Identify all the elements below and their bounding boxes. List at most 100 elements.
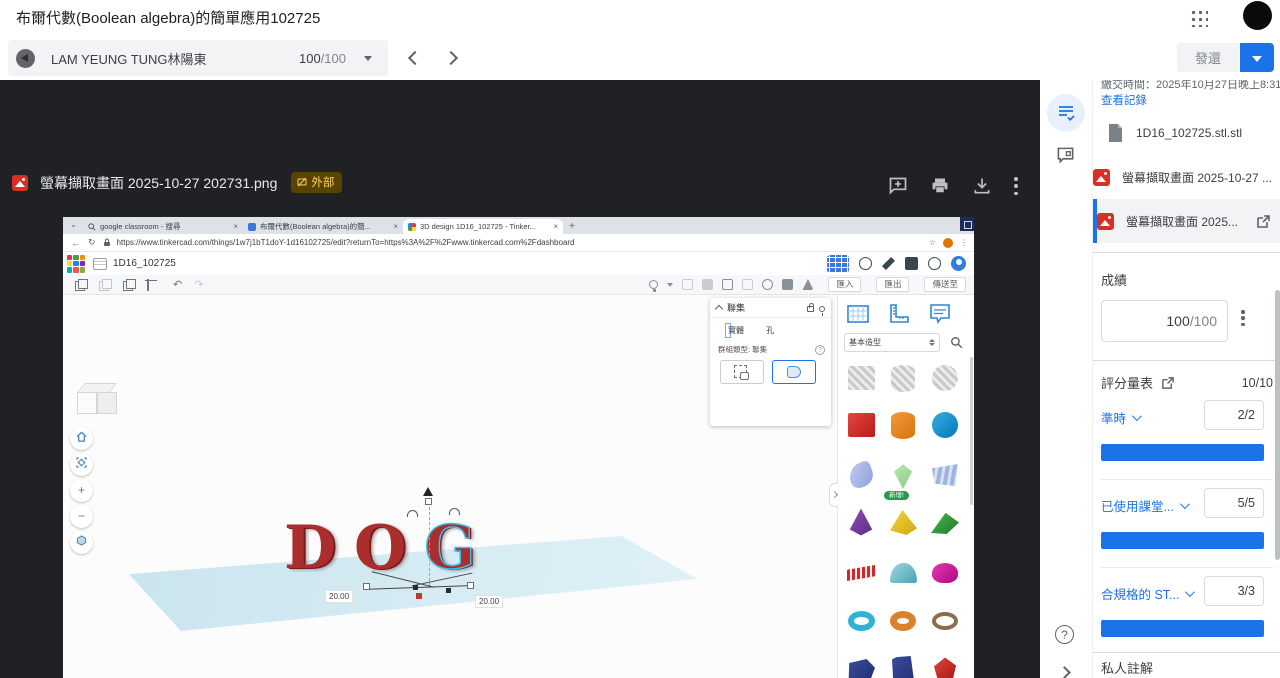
shape-cylinder-hole[interactable]: [884, 359, 922, 397]
student-dropdown-caret-icon[interactable]: [364, 56, 372, 61]
raise-handle-icon[interactable]: [423, 487, 433, 496]
collapse-sidebar-icon[interactable]: [1058, 666, 1071, 678]
shape-sphere[interactable]: [926, 406, 964, 444]
workplane-tool-icon[interactable]: [782, 279, 793, 290]
file-item-stl[interactable]: 1D16_102725.stl.stl: [1093, 111, 1280, 155]
return-button[interactable]: 發還: [1177, 43, 1239, 72]
edge-handle[interactable]: [413, 585, 418, 590]
rotate-handle-icon[interactable]: [449, 508, 460, 515]
return-options-button[interactable]: [1240, 43, 1274, 72]
browser-tab-tinkercad[interactable]: 3D design 1D16_102725 - Tinker... ×: [403, 219, 563, 234]
tab-close-icon[interactable]: ×: [553, 222, 558, 231]
shape-cone[interactable]: [842, 503, 880, 541]
browser-back-icon[interactable]: ←: [71, 238, 80, 248]
shape-sphere-hole[interactable]: [926, 359, 964, 397]
blocks-icon[interactable]: [905, 257, 918, 270]
criterion-classtime[interactable]: 已使用課堂...: [1101, 496, 1187, 515]
zoom-in-button[interactable]: +: [70, 479, 93, 502]
merge-result-button[interactable]: [772, 360, 816, 384]
criterion-stl-spec-score[interactable]: 3/3: [1204, 576, 1264, 606]
tab-close-icon[interactable]: ×: [393, 222, 398, 231]
shape-spinning-top[interactable]: [884, 456, 922, 494]
new-tab-button[interactable]: +: [569, 221, 575, 232]
browser-tab-google-search[interactable]: google classroom - 搜尋 ×: [83, 219, 243, 234]
google-apps-icon[interactable]: [1190, 9, 1208, 27]
bookmark-star-icon[interactable]: ☆: [929, 238, 936, 247]
help-button[interactable]: ?: [1055, 625, 1074, 644]
grade-options-icon[interactable]: [1241, 310, 1245, 326]
ungroup-icon[interactable]: [702, 279, 713, 290]
perspective-toggle-button[interactable]: [70, 531, 93, 554]
solid-option[interactable]: 實體: [728, 325, 744, 336]
shape-torus[interactable]: [842, 602, 880, 640]
undo-icon[interactable]: ↶: [173, 279, 182, 291]
tab-close-icon[interactable]: ×: [233, 222, 238, 231]
url-text[interactable]: https://www.tinkercad.com/things/1w7j1bT…: [117, 238, 737, 247]
print-icon[interactable]: [930, 176, 950, 196]
window-controls[interactable]: [960, 217, 974, 231]
scale-handle[interactable]: [467, 582, 474, 589]
previous-student-button[interactable]: [408, 51, 422, 65]
fit-view-button[interactable]: [70, 453, 93, 476]
duplicate-icon[interactable]: [123, 279, 135, 291]
shape-scribble[interactable]: [926, 456, 964, 494]
ruler-tool-icon[interactable]: [802, 279, 813, 290]
shape-roof[interactable]: [926, 503, 964, 541]
shape-cylinder[interactable]: [884, 406, 922, 444]
shape-dome[interactable]: [884, 554, 922, 592]
shape-box[interactable]: [842, 406, 880, 444]
shape-torus-thick[interactable]: [884, 602, 922, 640]
flip-icon[interactable]: [742, 279, 753, 290]
view-switcher-icon[interactable]: [827, 255, 849, 273]
keep-originals-button[interactable]: [720, 360, 764, 384]
scale-handle[interactable]: [363, 583, 370, 590]
copy-icon[interactable]: [75, 279, 87, 291]
shape-polyhedron[interactable]: [926, 651, 964, 678]
visibility-icon[interactable]: [819, 306, 825, 312]
browser-menu-icon[interactable]: ⋮: [960, 238, 968, 247]
open-rubric-icon[interactable]: [1161, 376, 1175, 390]
show-all-caret-icon[interactable]: [667, 283, 673, 287]
design-name[interactable]: 1D16_102725: [113, 258, 176, 269]
send-to-button[interactable]: 傳送至: [924, 277, 966, 292]
panel-collapse-handle[interactable]: [829, 483, 838, 507]
help-icon[interactable]: ?: [815, 345, 825, 355]
delete-icon[interactable]: [147, 279, 149, 291]
redo-icon[interactable]: ↷: [194, 279, 203, 291]
tinkercad-logo[interactable]: [67, 255, 85, 273]
criterion-punctual-score[interactable]: 2/2: [1204, 400, 1264, 430]
shape-shell[interactable]: [842, 456, 880, 494]
paste-icon[interactable]: [99, 279, 111, 291]
tab-search-icon[interactable]: ⌄: [67, 219, 80, 232]
page-scrollbar[interactable]: [1275, 290, 1280, 560]
shape-prism[interactable]: [884, 651, 922, 678]
panel-scrollbar[interactable]: [970, 357, 973, 505]
shape-search-icon[interactable]: [950, 336, 963, 349]
criterion-classtime-score[interactable]: 5/5: [1204, 488, 1264, 518]
dog-3d-text[interactable]: DOG: [284, 513, 494, 583]
workplane-icon[interactable]: [846, 302, 870, 326]
download-icon[interactable]: [972, 176, 992, 196]
notes-icon[interactable]: [928, 302, 952, 326]
shape-text[interactable]: [842, 554, 880, 592]
shape-category-select[interactable]: 基本造型: [844, 333, 940, 352]
next-student-button[interactable]: [444, 51, 458, 65]
more-options-icon[interactable]: [1014, 177, 1018, 195]
ruler-icon[interactable]: [887, 302, 911, 326]
view-cube[interactable]: [77, 383, 119, 419]
comments-tab[interactable]: [1056, 146, 1075, 170]
edge-handle[interactable]: [446, 588, 451, 593]
file-item-image-2-selected[interactable]: 螢幕擷取畫面 2025...: [1093, 199, 1280, 243]
design-properties-icon[interactable]: [93, 258, 107, 270]
import-button[interactable]: 匯入: [828, 277, 861, 292]
export-button[interactable]: 匯出: [876, 277, 909, 292]
view-history-link[interactable]: 查看記錄: [1101, 92, 1147, 108]
shape-pyramid[interactable]: [884, 503, 922, 541]
tinkercad-avatar[interactable]: [951, 256, 966, 271]
share-user-icon[interactable]: [928, 257, 941, 270]
account-avatar[interactable]: [1243, 1, 1272, 30]
grade-input[interactable]: 100/100: [1101, 300, 1228, 342]
criterion-punctual[interactable]: 準時: [1101, 408, 1139, 427]
align-icon[interactable]: [722, 279, 733, 290]
lock-icon[interactable]: [807, 306, 814, 312]
